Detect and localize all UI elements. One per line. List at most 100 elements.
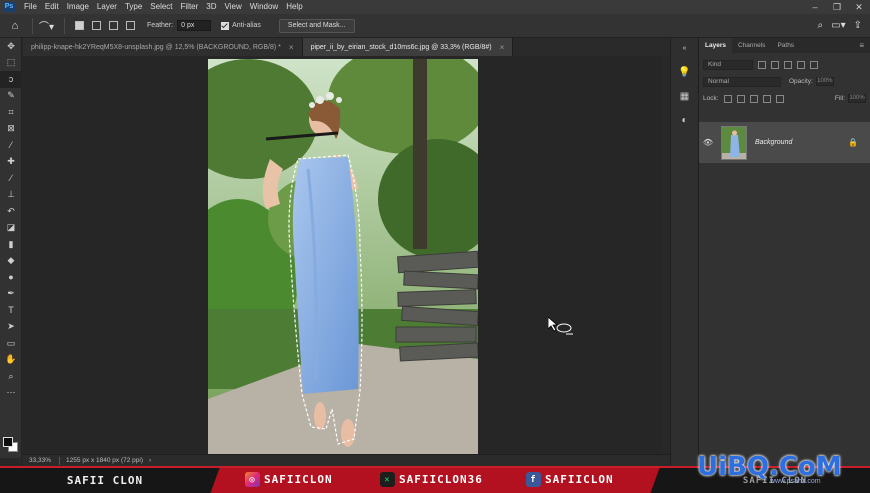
gradient-tool-icon[interactable]: ▮ <box>0 236 22 253</box>
filter-pixel-icon[interactable] <box>758 60 766 69</box>
rectangle-tool-icon[interactable]: ▭ <box>0 335 22 352</box>
opacity-input[interactable]: 100% <box>815 77 834 86</box>
instagram-icon: ◎ <box>245 472 260 487</box>
close-window-button[interactable]: ✕ <box>848 0 870 14</box>
document-image[interactable] <box>208 59 478 454</box>
tab-channels[interactable]: Channels <box>732 38 771 53</box>
workspace-icon[interactable]: ▭▾ <box>831 20 845 31</box>
facebook-handle: f SAFIICLON <box>526 472 614 487</box>
filter-type-icon[interactable] <box>784 60 792 69</box>
more-tools-icon[interactable]: ⋯ <box>0 385 22 402</box>
document-canvas[interactable] <box>23 56 661 454</box>
lock-all-icon[interactable] <box>775 94 784 103</box>
menu-select[interactable]: Select <box>146 0 176 14</box>
menu-view[interactable]: View <box>221 0 246 14</box>
minimize-button[interactable]: – <box>804 0 826 14</box>
new-selection-icon[interactable] <box>75 21 85 30</box>
status-menu-arrow[interactable]: › <box>149 457 151 464</box>
fill-input[interactable]: 100% <box>848 94 866 103</box>
panel-menu-icon[interactable]: ≡ <box>859 41 864 50</box>
libraries-panel-icon[interactable]: ▦ <box>677 88 693 104</box>
blur-tool-icon[interactable]: ◆ <box>0 253 22 270</box>
adjustments-panel-icon[interactable]: ◐ <box>677 112 693 128</box>
menu-3d[interactable]: 3D <box>202 0 220 14</box>
dodge-tool-icon[interactable]: ● <box>0 269 22 286</box>
learn-panel-icon[interactable]: 💡 <box>677 64 693 80</box>
move-tool-icon[interactable]: ✥ <box>0 38 22 55</box>
add-selection-icon[interactable] <box>92 21 102 30</box>
document-tab[interactable]: philipp-knape-hk2YReqM5X8-unsplash.jpg @… <box>23 38 303 56</box>
filter-smart-icon[interactable] <box>810 60 818 69</box>
lock-icon[interactable]: 🔒 <box>848 138 858 147</box>
pen-tool-icon[interactable]: ✒ <box>0 286 22 303</box>
path-select-tool-icon[interactable]: ➤ <box>0 319 22 336</box>
tab-layers[interactable]: Layers <box>699 38 732 53</box>
layer-name[interactable]: Background <box>755 139 792 146</box>
eye-visibility-icon[interactable]: 👁 <box>699 138 717 147</box>
marquee-tool-icon[interactable]: ⬚ <box>0 55 22 72</box>
menu-type[interactable]: Type <box>121 0 146 14</box>
share-icon[interactable]: ⇪ <box>854 20 862 31</box>
instagram-label: SAFIICLON <box>264 473 333 486</box>
divider <box>59 456 61 465</box>
zoom-level[interactable]: 33,33% <box>29 457 51 464</box>
lock-position-icon[interactable] <box>749 94 758 103</box>
site-watermark-url: www.psahz.com <box>770 478 821 485</box>
eyedropper-tool-icon[interactable]: ⁄ <box>0 137 22 154</box>
tab-title: piper_ii_by_eirian_stock_d10ms6c.jpg @ 3… <box>310 43 492 51</box>
tab-paths[interactable]: Paths <box>771 38 800 53</box>
brush-tool-icon[interactable]: ∕ <box>0 170 22 187</box>
hand-tool-icon[interactable]: ✋ <box>0 352 22 369</box>
antialias-checkbox[interactable] <box>221 21 230 30</box>
crop-tool-icon[interactable]: ⌗ <box>0 104 22 121</box>
lock-pixels-icon[interactable] <box>723 94 732 103</box>
select-and-mask-button[interactable]: Select and Mask... <box>278 18 355 33</box>
eraser-tool-icon[interactable]: ◪ <box>0 220 22 237</box>
zoom-tool-icon[interactable]: ⌕ <box>0 368 22 385</box>
type-tool-icon[interactable]: T <box>0 302 22 319</box>
divider <box>32 17 33 34</box>
close-icon[interactable]: × <box>500 43 505 52</box>
close-icon[interactable]: × <box>289 43 294 52</box>
menu-file[interactable]: File <box>20 0 41 14</box>
feather-label: Feather: <box>147 22 174 29</box>
history-brush-tool-icon[interactable]: ↶ <box>0 203 22 220</box>
filter-adjustment-icon[interactable] <box>771 60 779 69</box>
intersect-selection-icon[interactable] <box>126 21 136 30</box>
panel-icon-strip: « 💡 ▦ ◐ <box>670 38 699 466</box>
search-icon[interactable]: ⌕ <box>818 20 824 31</box>
frame-tool-icon[interactable]: ⊠ <box>0 121 22 138</box>
photo-illustration <box>208 59 478 454</box>
restore-button[interactable]: ❐ <box>826 0 848 14</box>
blend-row: Normal Opacity: 100% <box>699 75 870 88</box>
menu-layer[interactable]: Layer <box>93 0 121 14</box>
menu-window[interactable]: Window <box>246 0 282 14</box>
panel-tab-bar: Layers Channels Paths ≡ <box>699 38 870 53</box>
healing-brush-tool-icon[interactable]: ✚ <box>0 154 22 171</box>
layer-row[interactable]: 👁 Background 🔒 <box>699 122 870 163</box>
blend-mode-select[interactable]: Normal <box>703 76 781 87</box>
lasso-tool-icon[interactable]: ↄ <box>0 71 22 88</box>
quick-select-tool-icon[interactable]: ✎ <box>0 88 22 105</box>
home-icon[interactable]: ⌂ <box>4 15 26 37</box>
lasso-preset-icon[interactable]: ⌒▾ <box>39 18 54 33</box>
menu-image[interactable]: Image <box>63 0 93 14</box>
menu-help[interactable]: Help <box>282 0 306 14</box>
options-bar: ⌂ ⌒▾ Feather: 0 px Anti-alias Select and… <box>0 14 870 38</box>
feather-input[interactable]: 0 px <box>177 20 212 31</box>
clone-stamp-tool-icon[interactable]: ⊥ <box>0 187 22 204</box>
document-tab-active[interactable]: piper_ii_by_eirian_stock_d10ms6c.jpg @ 3… <box>302 38 514 56</box>
tab-title: philipp-knape-hk2YReqM5X8-unsplash.jpg @… <box>31 43 281 51</box>
opacity-label: Opacity: <box>789 78 813 85</box>
menu-filter[interactable]: Filter <box>177 0 203 14</box>
kind-filter-select[interactable]: Kind <box>703 59 753 70</box>
subtract-selection-icon[interactable] <box>109 21 119 30</box>
foreground-color-swatch[interactable] <box>3 437 13 447</box>
menu-edit[interactable]: Edit <box>41 0 63 14</box>
lock-paint-icon[interactable] <box>736 94 745 103</box>
collapse-panels-icon[interactable]: « <box>677 40 693 56</box>
document-size: 1255 px x 1840 px (72 ppi) <box>66 457 144 464</box>
facebook-icon: f <box>526 472 541 487</box>
lock-artboard-icon[interactable] <box>762 94 771 103</box>
filter-shape-icon[interactable] <box>797 60 805 69</box>
